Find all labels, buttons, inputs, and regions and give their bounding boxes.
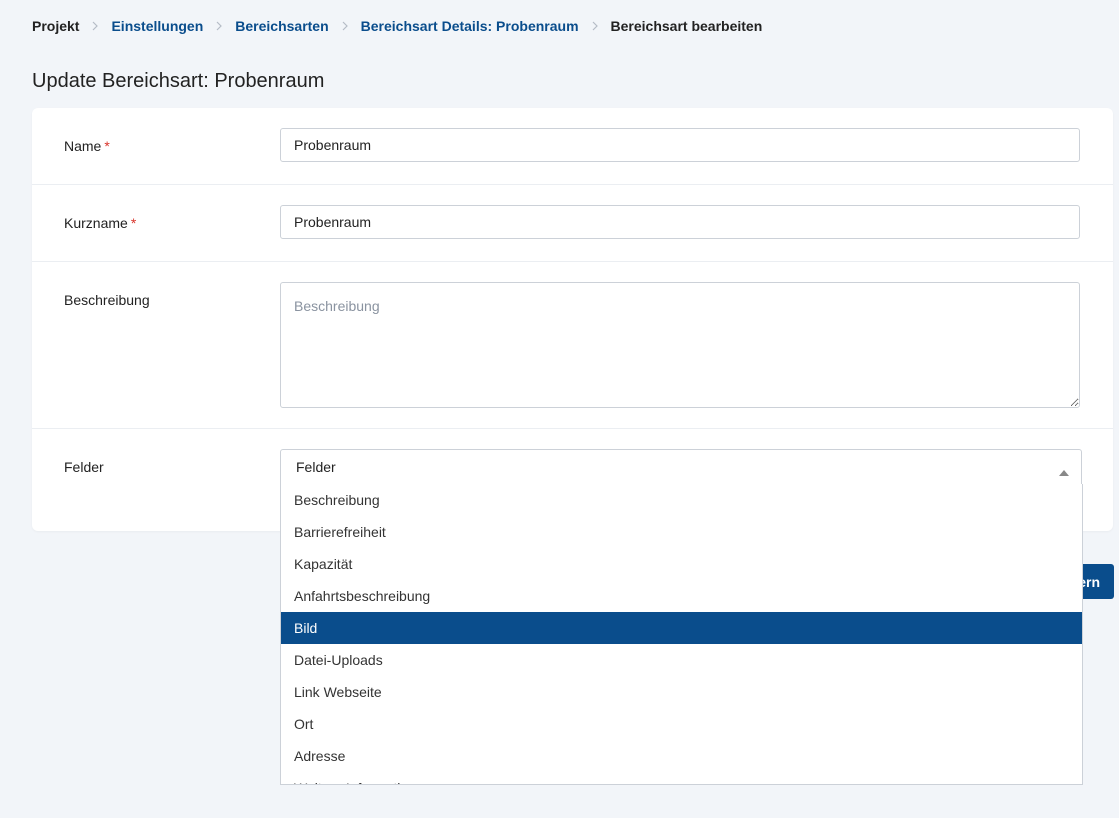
chevron-right-icon (79, 21, 111, 31)
name-label-text: Name (64, 138, 102, 154)
felder-option[interactable]: Datei-Uploads (281, 644, 1082, 676)
felder-option[interactable]: Weitere Informationen (281, 772, 1082, 784)
chevron-right-icon (579, 21, 611, 31)
felder-select-placeholder: Felder (296, 459, 336, 475)
breadcrumb: Projekt Einstellungen Bereichsarten Bere… (32, 17, 762, 35)
felder-option[interactable]: Link Webseite (281, 676, 1082, 708)
form-row-beschreibung: Beschreibung (32, 262, 1113, 429)
beschreibung-label: Beschreibung (64, 292, 150, 308)
form-row-kurzname: Kurzname * (32, 185, 1113, 262)
kurzname-label: Kurzname * (64, 215, 136, 231)
page-title: Update Bereichsart: Probenraum (32, 70, 325, 92)
required-marker: * (104, 138, 110, 154)
caret-up-icon (1059, 463, 1069, 481)
felder-option[interactable]: Kapazität (281, 548, 1082, 580)
felder-option-highlighted[interactable]: Bild (281, 612, 1082, 644)
beschreibung-textarea[interactable] (280, 282, 1080, 408)
name-input[interactable] (280, 128, 1080, 162)
breadcrumb-link-bereichsarten[interactable]: Bereichsarten (235, 18, 328, 34)
breadcrumb-link-bereichsart-details[interactable]: Bereichsart Details: Probenraum (361, 18, 579, 34)
felder-option[interactable]: Adresse (281, 740, 1082, 772)
breadcrumb-item-projekt: Projekt (32, 18, 80, 34)
breadcrumb-current: Bereichsart bearbeiten (610, 18, 763, 34)
kurzname-input[interactable] (280, 205, 1080, 239)
felder-option[interactable]: Ort (281, 708, 1082, 740)
breadcrumb-link-einstellungen[interactable]: Einstellungen (111, 18, 203, 34)
required-marker: * (130, 215, 137, 231)
name-label: Name * (64, 138, 110, 154)
felder-label: Felder (64, 459, 104, 475)
chevron-right-icon (203, 21, 235, 31)
form-card: Name* Kurzname* Beschreibung Felder Feld… (32, 108, 1113, 531)
felder-dropdown-list[interactable]: Beschreibung Barrierefreiheit Kapazität … (280, 484, 1083, 785)
felder-option[interactable]: Barrierefreiheit (281, 516, 1082, 548)
chevron-right-icon (329, 21, 361, 31)
felder-option[interactable]: Anfahrtsbeschreibung (281, 580, 1082, 612)
felder-option[interactable]: Beschreibung (281, 484, 1082, 516)
kurzname-label-text: Kurzname (64, 215, 128, 231)
form-row-name: Name * (32, 108, 1113, 185)
felder-select[interactable]: Felder (280, 449, 1082, 485)
